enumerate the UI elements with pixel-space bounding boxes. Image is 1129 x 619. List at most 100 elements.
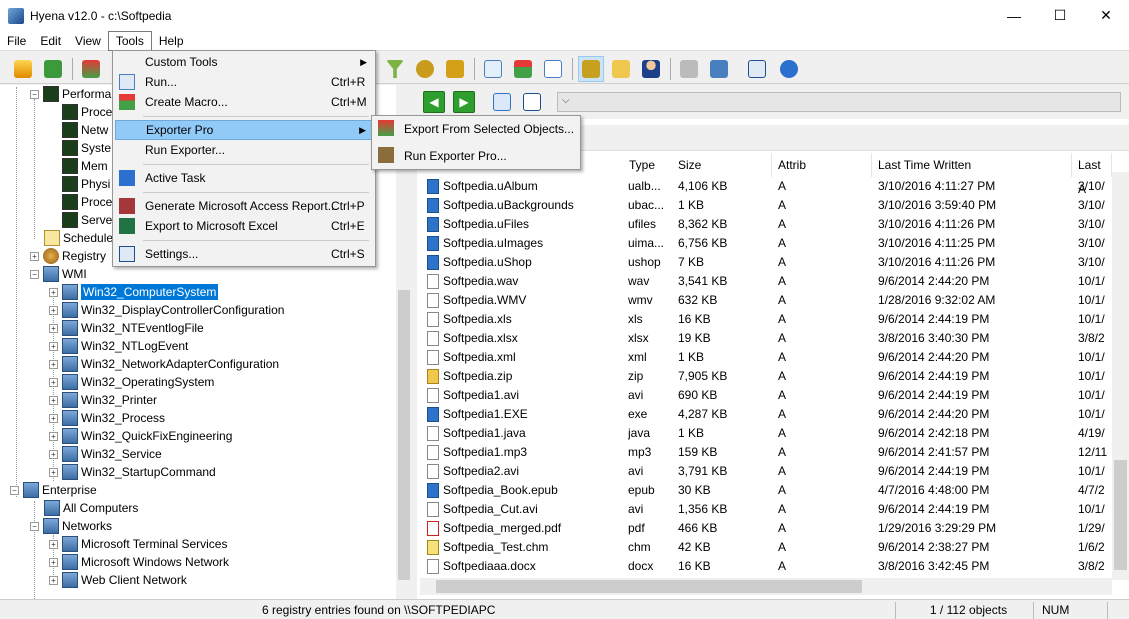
expand-icon[interactable]: + bbox=[49, 413, 58, 423]
expand-icon[interactable]: + bbox=[49, 305, 58, 315]
table-row[interactable]: Softpedia_Test.chm chm 42 KB A 9/6/2014 2:38… bbox=[417, 538, 1117, 557]
expand-icon[interactable]: + bbox=[49, 287, 58, 297]
table-row[interactable]: Softpedia1.java java 1 KB A 9/6/2014 2:42:18… bbox=[417, 424, 1117, 443]
document-button[interactable] bbox=[540, 56, 566, 82]
tree-node-wmi-class[interactable]: + Win32_NetworkAdapterConfiguration bbox=[49, 355, 279, 373]
collapse-icon[interactable]: − bbox=[30, 521, 39, 531]
tree-node-wmi-class[interactable]: + Win32_StartupCommand bbox=[49, 463, 216, 481]
list-vscrollbar-thumb[interactable] bbox=[1114, 460, 1127, 570]
tree-node-perf-1[interactable]: Proce bbox=[62, 103, 112, 121]
tree-node-network-2[interactable]: + Microsoft Windows Network bbox=[49, 553, 229, 571]
tree-node-wmi-class[interactable]: + Win32_Service bbox=[49, 445, 162, 463]
find-button[interactable] bbox=[412, 56, 438, 82]
menu-access-report[interactable]: Generate Microsoft Access Report... Ctrl… bbox=[115, 196, 373, 216]
tree-node-network-1[interactable]: + Microsoft Terminal Services bbox=[49, 535, 227, 553]
expand-icon[interactable]: + bbox=[30, 251, 39, 261]
tree-node-wmi-class[interactable]: + Win32_OperatingSystem bbox=[49, 373, 214, 391]
expand-icon[interactable]: + bbox=[49, 575, 58, 585]
table-row[interactable]: Softpedia.uShop ushop 7 KB A 3/10/2016 4:11:… bbox=[417, 253, 1117, 272]
list-hscrollbar-thumb[interactable] bbox=[436, 580, 862, 593]
action-button[interactable] bbox=[78, 56, 104, 82]
hierarchy-button[interactable] bbox=[510, 56, 536, 82]
tree-node-registry[interactable]: + Registry bbox=[30, 247, 106, 265]
folder-button[interactable] bbox=[608, 56, 634, 82]
menu-tools[interactable]: Tools bbox=[107, 30, 152, 51]
table-row[interactable]: Softpedia.uImages uima... 6,756 KB A 3/10/20… bbox=[417, 234, 1117, 253]
menu-run-exporter[interactable]: Run Exporter... bbox=[115, 140, 373, 160]
expand-icon[interactable]: + bbox=[49, 431, 58, 441]
tree-node-wmi-class[interactable]: + Win32_NTEventlogFile bbox=[49, 319, 204, 337]
menu-edit[interactable]: Edit bbox=[33, 31, 68, 51]
table-row[interactable]: Softpedia.xls xls 16 KB A 9/6/2014 2:44:19 P… bbox=[417, 310, 1117, 329]
keyboard-button[interactable] bbox=[676, 56, 702, 82]
column-type[interactable]: Type bbox=[623, 153, 678, 177]
table-row[interactable]: Softpedia.xml xml 1 KB A 9/6/2014 2:44:20 PM… bbox=[417, 348, 1117, 367]
properties-button[interactable] bbox=[744, 56, 770, 82]
table-row[interactable]: Softpedia_Book.epub epub 30 KB A 4/7/2016 4:… bbox=[417, 481, 1117, 500]
expand-icon[interactable]: + bbox=[49, 359, 58, 369]
tree-scrollbar-thumb[interactable] bbox=[398, 290, 410, 580]
user-button[interactable] bbox=[638, 56, 664, 82]
tree-node-perf-5[interactable]: Physi bbox=[62, 175, 110, 193]
tree-node-wmi-class[interactable]: + Win32_DisplayControllerConfiguration bbox=[49, 301, 284, 319]
tree-node-perf-4[interactable]: Mem bbox=[62, 157, 108, 175]
settings-button[interactable] bbox=[706, 56, 732, 82]
table-row[interactable]: Softpedia.WMV wmv 632 KB A 1/28/2016 9:32:02… bbox=[417, 291, 1117, 310]
expand-icon[interactable]: + bbox=[49, 539, 58, 549]
tree-node-wmi-class[interactable]: + Win32_Printer bbox=[49, 391, 157, 409]
tree-node-wmi-class[interactable]: + Win32_Process bbox=[49, 409, 165, 427]
tree-node-perf-3[interactable]: Syste bbox=[62, 139, 111, 157]
help-button[interactable] bbox=[776, 56, 802, 82]
expand-icon[interactable]: + bbox=[49, 377, 58, 387]
tree-node-enterprise[interactable]: − Enterprise bbox=[10, 481, 97, 499]
tree-node-wmi[interactable]: − WMI bbox=[30, 265, 87, 283]
back-button[interactable]: ◀ bbox=[423, 91, 445, 113]
menu-export-selected[interactable]: Export From Selected Objects... bbox=[374, 118, 578, 140]
maximize-button[interactable]: ☐ bbox=[1037, 0, 1083, 31]
column-last-access[interactable]: Last A bbox=[1072, 153, 1112, 196]
tree-node-network-3[interactable]: + Web Client Network bbox=[49, 571, 187, 589]
filter-button[interactable] bbox=[382, 56, 408, 82]
close-button[interactable]: ✕ bbox=[1083, 0, 1129, 31]
table-row[interactable]: Softpedia.wav wav 3,541 KB A 9/6/2014 2:44:2… bbox=[417, 272, 1117, 291]
expand-icon[interactable]: + bbox=[49, 395, 58, 405]
table-row[interactable]: Softpedia.uFiles ufiles 8,362 KB A 3/10/2016… bbox=[417, 215, 1117, 234]
column-attrib[interactable]: Attrib bbox=[772, 153, 872, 177]
column-last-written[interactable]: Last Time Written bbox=[872, 153, 1072, 177]
table-row[interactable]: Softpedia.uBackgrounds ubac... 1 KB A 3/10/2… bbox=[417, 196, 1117, 215]
menu-run[interactable]: Run... Ctrl+R bbox=[115, 72, 373, 92]
menu-settings[interactable]: Settings... Ctrl+S bbox=[115, 244, 373, 264]
tree-node-scheduled[interactable]: Schedule bbox=[44, 229, 113, 247]
table-row[interactable]: Softpedia.xlsx xlsx 19 KB A 3/8/2016 3:40:30… bbox=[417, 329, 1117, 348]
tree-node-all-computers[interactable]: All Computers bbox=[44, 499, 138, 517]
tree-node-performance[interactable]: − Performa bbox=[30, 85, 111, 103]
menu-export-excel[interactable]: Export to Microsoft Excel Ctrl+E bbox=[115, 216, 373, 236]
expand-icon[interactable]: + bbox=[49, 323, 58, 333]
font-button[interactable] bbox=[519, 89, 545, 115]
table-row[interactable]: Softpediaaa.docx docx 16 KB A 3/8/2016 3:42:… bbox=[417, 557, 1117, 576]
menu-run-exporter-pro[interactable]: Run Exporter Pro... bbox=[374, 145, 578, 167]
menu-exporter-pro[interactable]: Exporter Pro ▶ bbox=[115, 120, 373, 140]
table-row[interactable]: Softpedia1.avi avi 690 KB A 9/6/2014 2:44:19… bbox=[417, 386, 1117, 405]
expand-icon[interactable]: + bbox=[49, 557, 58, 567]
tree-node-perf-2[interactable]: Netw bbox=[62, 121, 108, 139]
menu-view[interactable]: View bbox=[68, 31, 108, 51]
table-row[interactable]: Softpedia_Cut.avi avi 1,356 KB A 9/6/2014 2:… bbox=[417, 500, 1117, 519]
menu-help[interactable]: Help bbox=[152, 31, 191, 51]
menu-custom-tools[interactable]: Custom Tools ▶ bbox=[115, 52, 373, 72]
tree-node-networks[interactable]: − Networks bbox=[30, 517, 112, 535]
forward-button[interactable]: ▶ bbox=[453, 91, 475, 113]
table-row[interactable]: Softpedia.zip zip 7,905 KB A 9/6/2014 2:44:1… bbox=[417, 367, 1117, 386]
tree-node-wmi-class[interactable]: + Win32_QuickFixEngineering bbox=[49, 427, 232, 445]
collapse-icon[interactable]: − bbox=[30, 269, 39, 279]
menu-file[interactable]: File bbox=[0, 31, 33, 51]
grid-view-button[interactable] bbox=[489, 89, 515, 115]
column-size[interactable]: Size bbox=[672, 153, 772, 177]
expand-icon[interactable]: + bbox=[49, 467, 58, 477]
table-row[interactable]: Softpedia.uAlbum ualb... 4,106 KB A 3/10/201… bbox=[417, 177, 1117, 196]
filter-combo[interactable]: ⌵ bbox=[557, 92, 1121, 112]
expand-icon[interactable]: + bbox=[49, 341, 58, 351]
copy-button[interactable] bbox=[480, 56, 506, 82]
menu-create-macro[interactable]: Create Macro... Ctrl+M bbox=[115, 92, 373, 112]
minimize-button[interactable]: — bbox=[991, 0, 1037, 31]
